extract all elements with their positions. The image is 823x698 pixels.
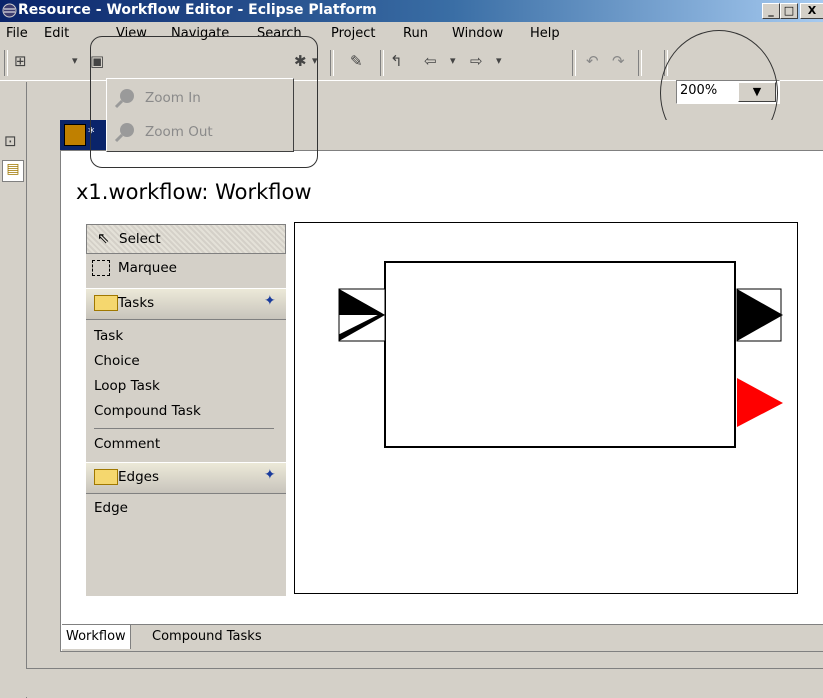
palette-item-compound-task[interactable]: Compound Task [94,403,201,419]
marquee-icon [92,260,110,276]
pin-icon[interactable]: ✦ [264,293,276,309]
title-bar: Resource - Workflow Editor - Eclipse Pla… [0,0,823,22]
marquee-tool[interactable]: Marquee [86,254,286,284]
menu-help[interactable]: Help [530,26,560,41]
tab-compound-tasks[interactable]: Compound Tasks [148,625,266,649]
select-tool[interactable]: ⇖ Select [86,224,286,254]
task-node [384,261,736,448]
open-perspective-icon[interactable]: ⊡ [4,132,17,150]
exception-port [737,378,783,427]
palette-item-edge[interactable]: Edge [94,500,128,516]
menu-file[interactable]: File [6,26,28,41]
diagram-canvas[interactable] [294,222,798,594]
maximize-button[interactable]: □ [780,3,798,19]
new-wizard-icon[interactable]: ⊞ [14,52,27,70]
new-dropdown-icon[interactable]: ▾ [72,54,78,67]
edges-drawer[interactable]: Edges ✦ [86,462,286,494]
workflow-diagram [338,261,783,448]
toolbar-separator [380,50,384,76]
menu-window[interactable]: Window [452,26,503,41]
minimize-button[interactable]: _ [762,3,780,19]
toolbar-separator [330,50,334,76]
edges-drawer-label: Edges [118,469,160,485]
palette: ⇖ Select Marquee Tasks ✦ Task Choice Loo… [86,224,286,596]
redo-icon[interactable]: ↷ [612,52,625,70]
editor-title: x1.workflow: Workflow [76,180,312,204]
folder-icon [94,469,118,485]
tasks-drawer-label: Tasks [118,295,155,311]
back-dropdown-icon[interactable]: ▾ [450,54,456,67]
palette-item-comment[interactable]: Comment [94,436,160,452]
menu-run[interactable]: Run [403,26,428,41]
eclipse-logo-icon [2,3,17,18]
annotation-highlight [90,36,318,168]
select-tool-label: Select [119,231,161,247]
last-edit-icon[interactable]: ↰ [390,52,403,70]
forward-icon[interactable]: ⇨ [470,52,483,70]
tasks-drawer[interactable]: Tasks ✦ [86,288,286,320]
shortcut-bar: ⊡ ▤ [0,82,27,698]
arrow-pointer-icon: ⇖ [97,229,110,247]
back-icon[interactable]: ⇦ [424,52,437,70]
palette-separator [94,428,274,429]
forward-dropdown-icon[interactable]: ▾ [496,54,502,67]
resource-perspective-icon[interactable]: ▤ [2,160,24,182]
tab-workflow[interactable]: Workflow [62,625,131,649]
menu-project[interactable]: Project [331,26,375,41]
palette-item-loop-task[interactable]: Loop Task [94,378,160,394]
pin-icon[interactable]: ✦ [264,467,276,483]
menu-edit[interactable]: Edit [44,26,69,41]
marquee-tool-label: Marquee [118,260,177,276]
folder-icon [94,295,118,311]
toolbar-separator [572,50,576,76]
pin-icon[interactable]: ✎ [350,52,363,70]
palette-item-choice[interactable]: Choice [94,353,140,369]
window-title: Resource - Workflow Editor - Eclipse Pla… [18,2,377,18]
editor-page-tabs: Workflow Compound Tasks [62,624,823,651]
workflow-file-icon [64,124,86,146]
palette-item-task[interactable]: Task [94,328,123,344]
toolbar-separator [638,50,642,76]
status-bar [26,668,823,697]
undo-icon[interactable]: ↶ [586,52,599,70]
toolbar-separator [4,50,8,76]
close-button[interactable]: X [800,3,823,19]
